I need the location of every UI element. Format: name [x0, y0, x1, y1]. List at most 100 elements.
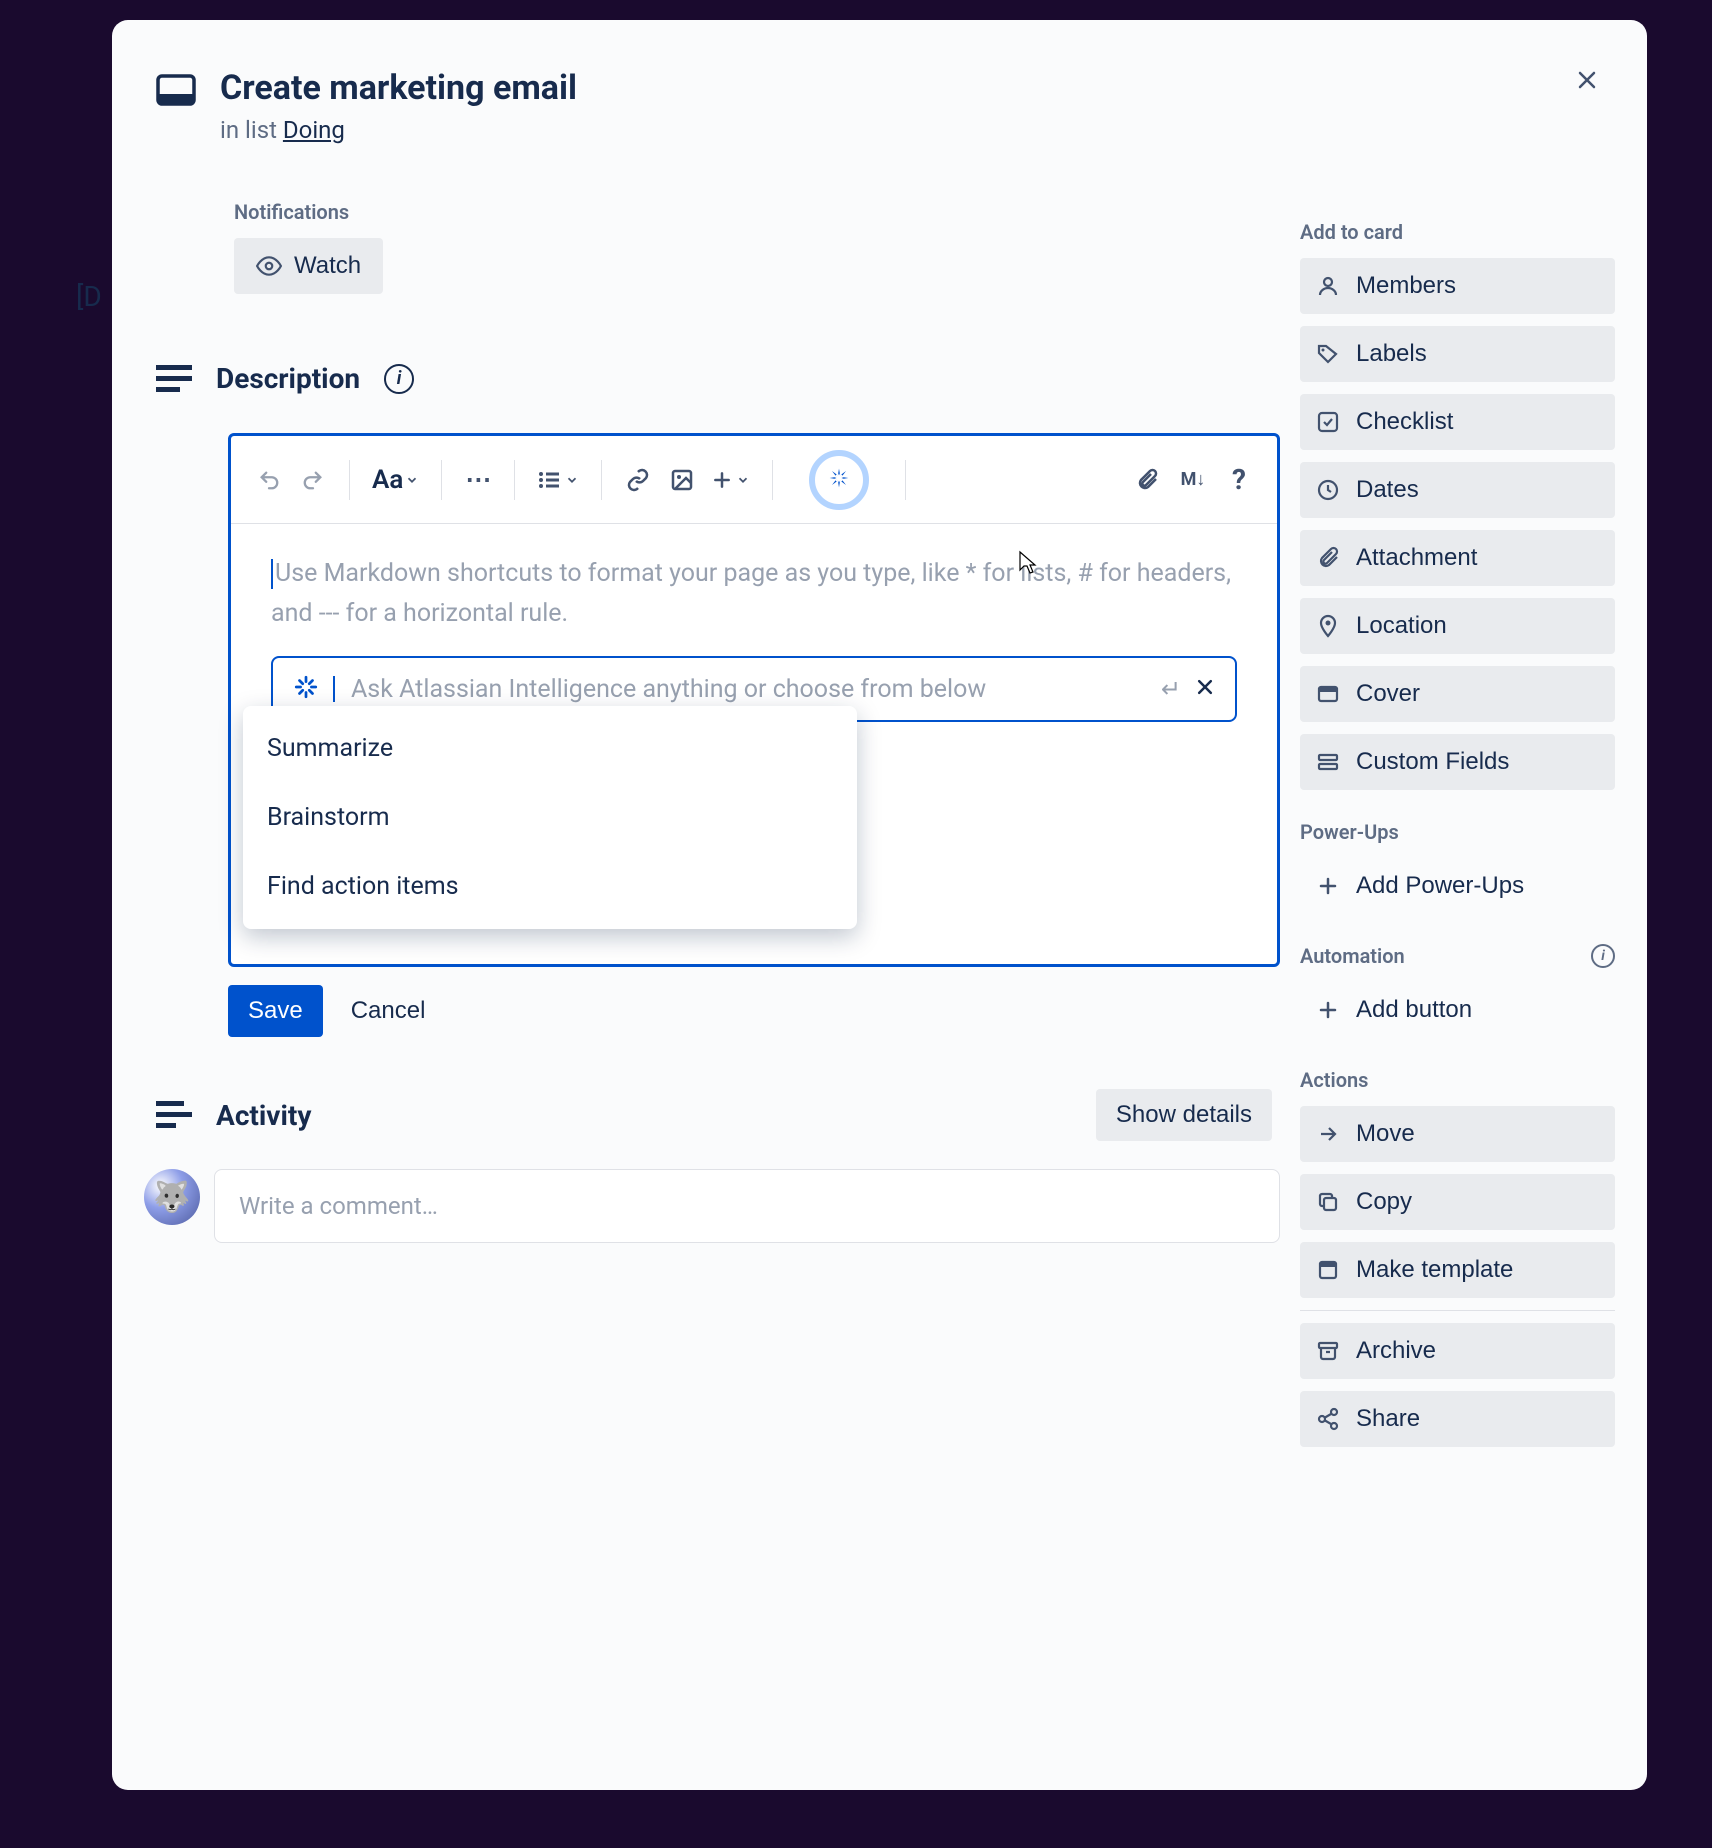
close-button[interactable] — [1563, 56, 1611, 104]
show-details-button[interactable]: Show details — [1096, 1089, 1272, 1141]
attachment-button[interactable] — [1127, 460, 1167, 500]
add-to-card-heading: Add to card — [1300, 220, 1615, 244]
ai-prompt-placeholder: Ask Atlassian Intelligence anything or c… — [351, 675, 1147, 704]
card-icon — [156, 74, 196, 114]
activity-icon — [156, 1101, 192, 1129]
undo-icon — [258, 469, 280, 491]
labels-button[interactable]: Labels — [1300, 326, 1615, 382]
activity-header: Activity Show details — [144, 1089, 1280, 1141]
activity-heading: Activity — [216, 1099, 311, 1132]
custom-fields-button[interactable]: Custom Fields — [1300, 734, 1615, 790]
ai-close-button[interactable] — [1195, 675, 1215, 703]
editor-body[interactable]: Use Markdown shortcuts to format your pa… — [231, 524, 1277, 964]
text-styles-button[interactable]: Aa — [366, 460, 425, 500]
template-icon — [1316, 1258, 1340, 1282]
plus-icon — [1316, 998, 1340, 1022]
fields-icon — [1316, 750, 1340, 774]
paperclip-icon — [1135, 468, 1159, 492]
ai-suggestion-brainstorm[interactable]: Brainstorm — [243, 783, 857, 852]
move-button[interactable]: Move — [1300, 1106, 1615, 1162]
location-button[interactable]: Location — [1300, 598, 1615, 654]
notifications-heading: Notifications — [234, 200, 1280, 224]
clock-icon — [1316, 478, 1340, 502]
comment-row: 🐺 Write a comment… — [144, 1169, 1280, 1243]
archive-button[interactable]: Archive — [1300, 1323, 1615, 1379]
user-icon — [1316, 274, 1340, 298]
chevron-down-icon — [565, 473, 579, 487]
enter-icon[interactable]: ↵ — [1161, 675, 1181, 703]
automation-info-icon[interactable]: i — [1591, 944, 1615, 968]
card-modal: Create marketing email in list Doing Not… — [112, 20, 1647, 1790]
cancel-button[interactable]: Cancel — [351, 997, 426, 1025]
redo-icon — [302, 469, 324, 491]
atlassian-intelligence-icon — [293, 674, 319, 704]
card-title[interactable]: Create marketing email — [220, 68, 577, 108]
comment-input[interactable]: Write a comment… — [214, 1169, 1280, 1243]
redo-button[interactable] — [293, 460, 333, 500]
sidebar: Add to card Members Labels Checklist Dat… — [1300, 52, 1615, 1758]
card-header: Create marketing email in list Doing — [144, 52, 1280, 152]
add-powerups-button[interactable]: Add Power-Ups — [1300, 858, 1615, 914]
link-icon — [626, 468, 650, 492]
editor-placeholder: Use Markdown shortcuts to format your pa… — [271, 554, 1237, 634]
backdrop-text: [D — [76, 280, 102, 313]
list-icon — [537, 468, 561, 492]
checklist-button[interactable]: Checklist — [1300, 394, 1615, 450]
copy-icon — [1316, 1190, 1340, 1214]
members-button[interactable]: Members — [1300, 258, 1615, 314]
list-name-link[interactable]: Doing — [283, 116, 345, 144]
image-button[interactable] — [662, 460, 702, 500]
list-button[interactable] — [531, 460, 585, 500]
card-list-location: in list Doing — [220, 116, 577, 144]
description-header: Description i — [144, 362, 1280, 395]
markdown-button[interactable]: M↓ — [1173, 460, 1213, 500]
location-icon — [1316, 614, 1340, 638]
save-button[interactable]: Save — [228, 985, 323, 1037]
main-column: Create marketing email in list Doing Not… — [144, 52, 1300, 1758]
plus-icon — [1316, 874, 1340, 898]
copy-button[interactable]: Copy — [1300, 1174, 1615, 1230]
chevron-down-icon — [736, 473, 750, 487]
arrow-right-icon — [1316, 1122, 1340, 1146]
close-icon — [1575, 68, 1599, 92]
paperclip-icon — [1316, 546, 1340, 570]
add-automation-button[interactable]: Add button — [1300, 982, 1615, 1038]
make-template-button[interactable]: Make template — [1300, 1242, 1615, 1298]
undo-button[interactable] — [249, 460, 289, 500]
separator — [1300, 1310, 1615, 1311]
automation-heading: Automation — [1300, 944, 1405, 968]
ai-button[interactable] — [809, 450, 869, 510]
share-button[interactable]: Share — [1300, 1391, 1615, 1447]
watch-button[interactable]: Watch — [234, 238, 383, 294]
ai-suggestions-dropdown: Summarize Brainstorm Find action items — [243, 706, 857, 929]
chevron-down-icon — [405, 473, 419, 487]
atlassian-intelligence-icon — [825, 464, 853, 496]
close-icon — [1195, 677, 1215, 697]
description-icon — [156, 365, 192, 393]
cursor-pointer-icon — [1012, 550, 1036, 578]
checklist-icon — [1316, 410, 1340, 434]
help-button[interactable]: ? — [1219, 460, 1259, 500]
cover-button[interactable]: Cover — [1300, 666, 1615, 722]
info-icon[interactable]: i — [384, 364, 414, 394]
archive-icon — [1316, 1339, 1340, 1363]
user-avatar[interactable]: 🐺 — [144, 1169, 200, 1225]
dates-button[interactable]: Dates — [1300, 462, 1615, 518]
tag-icon — [1316, 342, 1340, 366]
editor-toolbar: Aa ⋯ — [231, 436, 1277, 524]
insert-button[interactable] — [706, 460, 756, 500]
cover-icon — [1316, 682, 1340, 706]
description-buttons: Save Cancel — [228, 985, 1280, 1037]
actions-heading: Actions — [1300, 1068, 1615, 1092]
description-editor[interactable]: Aa ⋯ — [228, 433, 1280, 967]
plus-icon — [712, 470, 732, 490]
ai-suggestion-find-action-items[interactable]: Find action items — [243, 852, 857, 921]
eye-icon — [256, 253, 282, 279]
description-heading: Description — [216, 362, 360, 395]
attachment-button[interactable]: Attachment — [1300, 530, 1615, 586]
ai-suggestion-summarize[interactable]: Summarize — [243, 714, 857, 783]
more-formatting-button[interactable]: ⋯ — [458, 460, 498, 500]
notifications-section: Notifications Watch — [144, 200, 1280, 294]
powerups-heading: Power-Ups — [1300, 820, 1615, 844]
link-button[interactable] — [618, 460, 658, 500]
